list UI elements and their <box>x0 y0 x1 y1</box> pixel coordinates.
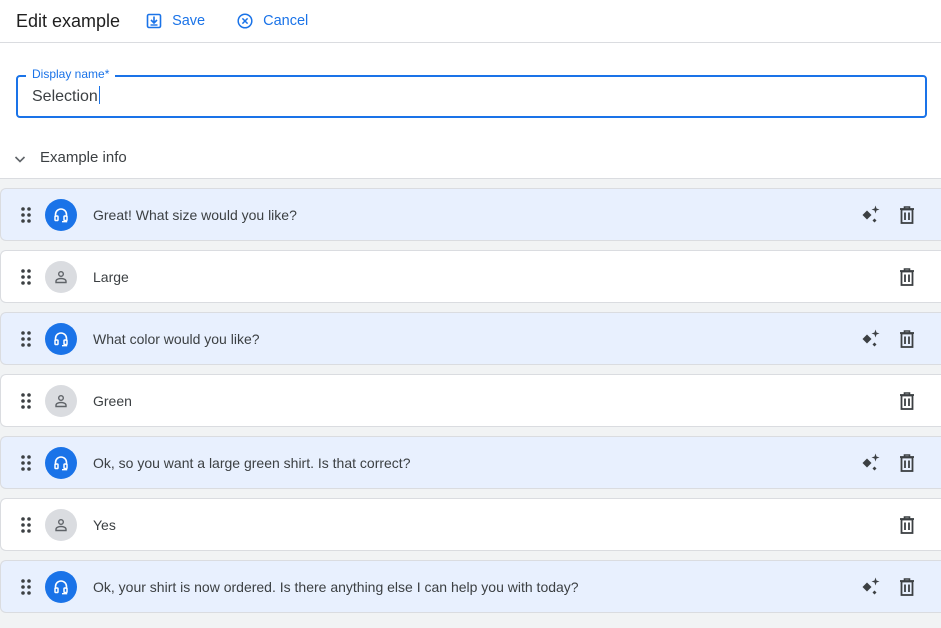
section-title: Example info <box>40 148 127 166</box>
turn-actions <box>859 451 919 475</box>
user-avatar <box>45 508 77 541</box>
drag-handle-icon[interactable] <box>21 516 31 533</box>
turn-text[interactable]: What color would you like? <box>93 331 941 347</box>
delete-button[interactable] <box>895 203 919 227</box>
conversation-turn-agent: Great! What size would you like? <box>0 188 941 241</box>
agent-avatar <box>45 198 77 231</box>
display-name-field[interactable]: Display name* Selection <box>16 67 927 118</box>
turn-text[interactable]: Ok, so you want a large green shirt. Is … <box>93 455 941 471</box>
delete-icon <box>898 391 916 411</box>
turn-actions <box>859 327 919 351</box>
page-title: Edit example <box>16 10 121 31</box>
turn-text[interactable]: Yes <box>93 517 941 533</box>
conversation-turn-agent: Ok, so you want a large green shirt. Is … <box>0 436 941 489</box>
conversation-turn-agent: What color would you like? <box>0 312 941 365</box>
drag-handle-icon[interactable] <box>21 206 31 223</box>
delete-button[interactable] <box>895 451 919 475</box>
conversation-turn-user: Yes <box>0 498 941 551</box>
agent-avatar <box>45 322 77 355</box>
generate-button[interactable] <box>859 451 883 475</box>
user-avatar <box>45 260 77 293</box>
turn-actions <box>895 513 919 537</box>
display-name-label: Display name* <box>26 67 116 81</box>
conversation-turn-user: Green <box>0 374 941 427</box>
headset-icon <box>52 206 70 224</box>
chevron-down-icon <box>14 156 26 163</box>
drag-handle-icon[interactable] <box>21 578 31 595</box>
person-icon <box>53 269 69 285</box>
person-icon <box>53 393 69 409</box>
turn-actions <box>859 575 919 599</box>
generate-button[interactable] <box>859 575 883 599</box>
drag-handle-icon[interactable] <box>21 330 31 347</box>
agent-avatar <box>45 446 77 479</box>
display-name-input[interactable]: Selection <box>32 86 632 106</box>
headset-icon <box>52 578 70 596</box>
sparkle-icon <box>860 452 882 474</box>
generate-button[interactable] <box>859 203 883 227</box>
delete-button[interactable] <box>895 327 919 351</box>
headset-icon <box>52 454 70 472</box>
conversation-turn-user: Large <box>0 250 941 303</box>
delete-icon <box>898 329 916 349</box>
delete-icon <box>898 515 916 535</box>
turn-actions <box>895 265 919 289</box>
cancel-button[interactable]: Cancel <box>237 13 308 29</box>
delete-icon <box>898 577 916 597</box>
save-label: Save <box>172 13 206 29</box>
turn-text[interactable]: Ok, your shirt is now ordered. Is there … <box>93 579 941 595</box>
conversation-turn-agent: Ok, your shirt is now ordered. Is there … <box>0 560 941 613</box>
person-icon <box>53 517 69 533</box>
save-icon <box>146 13 162 29</box>
delete-button[interactable] <box>895 389 919 413</box>
page-header: Edit example Save Cancel <box>0 0 941 43</box>
save-button[interactable]: Save <box>146 13 205 29</box>
delete-icon <box>898 267 916 287</box>
drag-handle-icon[interactable] <box>21 392 31 409</box>
generate-button[interactable] <box>859 327 883 351</box>
cancel-icon <box>237 13 253 29</box>
agent-avatar <box>45 570 77 603</box>
user-avatar <box>45 384 77 417</box>
sparkle-icon <box>860 576 882 598</box>
delete-icon <box>898 205 916 225</box>
turn-actions <box>895 389 919 413</box>
sparkle-icon <box>860 204 882 226</box>
drag-handle-icon[interactable] <box>21 268 31 285</box>
delete-button[interactable] <box>895 265 919 289</box>
headset-icon <box>52 330 70 348</box>
turn-text[interactable]: Green <box>93 393 941 409</box>
delete-button[interactable] <box>895 575 919 599</box>
turn-actions <box>859 203 919 227</box>
conversation-turn-list: Great! What size would you like? Large W… <box>0 178 941 628</box>
display-name-value: Selection <box>32 88 98 105</box>
turn-text[interactable]: Large <box>93 269 941 285</box>
text-caret <box>98 86 100 104</box>
delete-icon <box>898 453 916 473</box>
example-info-toggle[interactable]: Example info <box>0 136 941 178</box>
delete-button[interactable] <box>895 513 919 537</box>
drag-handle-icon[interactable] <box>21 454 31 471</box>
sparkle-icon <box>860 328 882 350</box>
turn-text[interactable]: Great! What size would you like? <box>93 207 941 223</box>
cancel-label: Cancel <box>263 13 309 29</box>
